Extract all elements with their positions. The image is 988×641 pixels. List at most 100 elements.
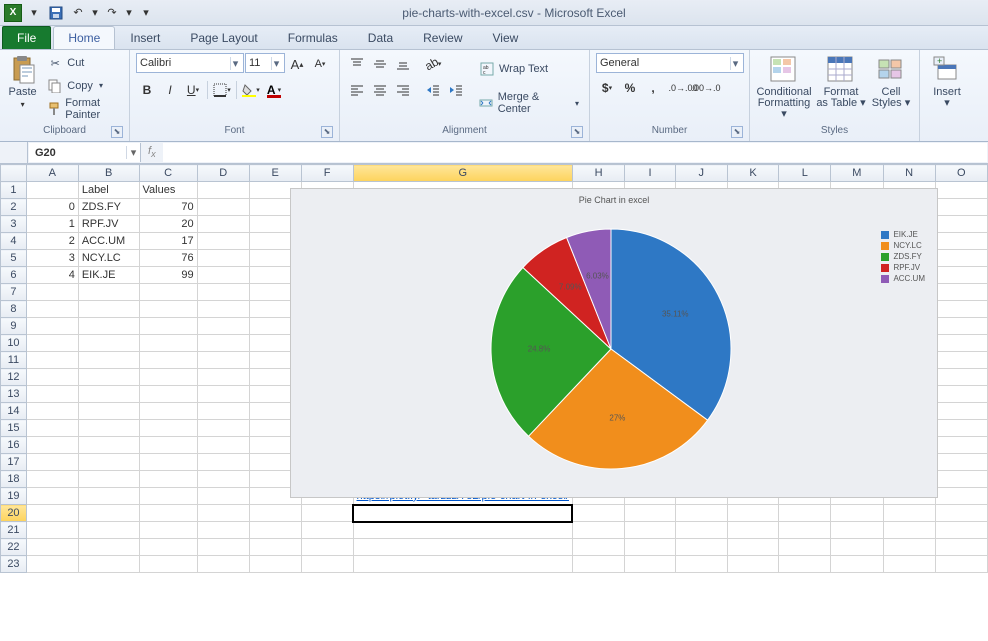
worksheet-grid[interactable]: ABCDEFGHIJKLMNO1LabelValues20ZDS.FY7031R… [0,164,988,641]
row-header[interactable]: 9 [1,318,27,335]
cell[interactable] [197,267,249,284]
cell[interactable] [78,335,139,352]
row-header[interactable]: 18 [1,471,27,488]
cell[interactable] [935,216,987,233]
cell[interactable] [625,522,676,539]
border-button[interactable]: ▾ [211,79,233,101]
row-header[interactable]: 1 [1,182,27,199]
cell[interactable] [26,505,78,522]
row-header[interactable]: 19 [1,488,27,505]
cell[interactable] [625,505,676,522]
cell[interactable]: ZDS.FY [78,199,139,216]
cell[interactable] [26,182,78,199]
cell[interactable] [935,301,987,318]
cell[interactable] [139,318,197,335]
grow-font-button[interactable]: A▴ [286,53,308,75]
cell[interactable] [78,454,139,471]
cell[interactable] [935,318,987,335]
cell[interactable] [779,556,831,573]
cell[interactable] [78,301,139,318]
cell[interactable] [301,556,353,573]
cell[interactable] [301,522,353,539]
cell[interactable] [935,454,987,471]
cell[interactable] [26,369,78,386]
row-header[interactable]: 16 [1,437,27,454]
cell[interactable] [139,556,197,573]
cell[interactable] [935,182,987,199]
column-header[interactable]: F [301,165,353,182]
cell[interactable] [26,335,78,352]
column-header[interactable]: K [727,165,779,182]
cell[interactable]: 76 [139,250,197,267]
cell[interactable]: 3 [26,250,78,267]
cell[interactable] [883,505,935,522]
cell[interactable]: 99 [139,267,197,284]
fill-color-button[interactable]: ▾ [240,79,262,101]
row-header[interactable]: 13 [1,386,27,403]
tab-formulas[interactable]: Formulas [273,26,353,49]
tab-insert[interactable]: Insert [115,26,175,49]
cell[interactable] [831,556,883,573]
cell[interactable] [831,505,883,522]
font-launcher-icon[interactable]: ⬊ [321,126,333,138]
column-header[interactable]: E [249,165,301,182]
cell[interactable] [935,505,987,522]
name-box[interactable]: G20 ▾ [29,143,141,162]
cell[interactable] [139,403,197,420]
cell[interactable] [249,522,301,539]
row-header[interactable]: 4 [1,233,27,250]
cell[interactable] [197,556,249,573]
cell[interactable] [935,352,987,369]
cell[interactable] [676,522,728,539]
cell[interactable] [353,505,572,522]
row-header[interactable]: 22 [1,539,27,556]
cell[interactable] [935,471,987,488]
comma-format-button[interactable]: , [642,77,664,99]
cell[interactable] [197,488,249,505]
column-header[interactable]: M [831,165,883,182]
cell[interactable]: NCY.LC [78,250,139,267]
tab-data[interactable]: Data [353,26,408,49]
cell[interactable]: 17 [139,233,197,250]
cell[interactable] [572,522,624,539]
cell[interactable] [26,420,78,437]
tab-file[interactable]: File [2,26,51,49]
cell[interactable] [78,403,139,420]
cell[interactable] [197,369,249,386]
cell[interactable]: RPF.JV [78,216,139,233]
row-header[interactable]: 2 [1,199,27,216]
cell[interactable] [353,556,572,573]
cell[interactable] [139,454,197,471]
cell[interactable] [197,182,249,199]
cell[interactable] [935,556,987,573]
cell[interactable] [353,539,572,556]
orientation-button[interactable]: ab▾ [422,53,444,75]
cell[interactable] [727,522,779,539]
redo-dropdown[interactable]: ▾ [124,4,134,22]
align-right-button[interactable] [392,79,414,101]
cell[interactable] [727,539,779,556]
fx-icon[interactable]: fx [148,145,156,159]
cell[interactable] [935,403,987,420]
cell-styles-button[interactable]: CellStyles ▾ [870,53,912,109]
column-header[interactable]: N [883,165,935,182]
cell[interactable] [883,556,935,573]
paste-dropdown-icon[interactable]: ▾ [21,100,25,109]
cell[interactable]: 4 [26,267,78,284]
customize-qat-icon[interactable]: ▾ [136,4,156,22]
row-header[interactable]: 10 [1,335,27,352]
column-header[interactable]: J [676,165,728,182]
cell[interactable] [78,352,139,369]
cell[interactable]: EIK.JE [78,267,139,284]
cell[interactable] [26,386,78,403]
decrease-decimal-button[interactable]: .00→.0 [695,77,717,99]
cell[interactable] [249,539,301,556]
cell[interactable] [78,539,139,556]
copy-button[interactable]: Copy▾ [43,76,123,96]
cell[interactable] [935,386,987,403]
cell[interactable] [676,505,728,522]
cell[interactable] [139,352,197,369]
cell[interactable] [26,403,78,420]
cell[interactable] [831,522,883,539]
cell[interactable] [139,369,197,386]
